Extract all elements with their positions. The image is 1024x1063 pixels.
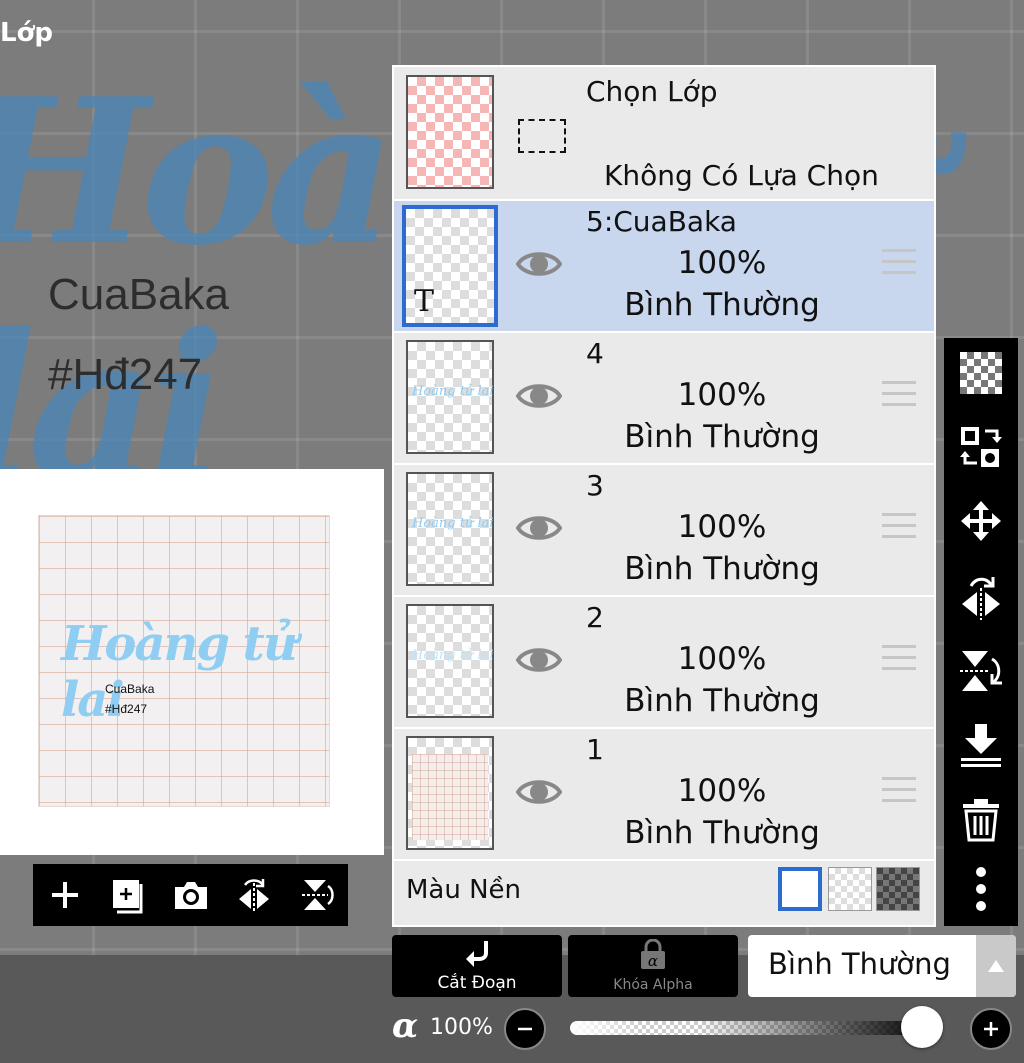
opacity-decrease-button[interactable] bbox=[504, 1008, 546, 1050]
lock-icon: α bbox=[641, 939, 665, 970]
layer-blend-mode: Bình Thường bbox=[624, 815, 820, 851]
thumbnail-grid bbox=[412, 754, 488, 840]
more-icon[interactable] bbox=[956, 864, 1006, 914]
flip-vertical-icon[interactable] bbox=[295, 873, 339, 917]
preview-toolbar bbox=[33, 864, 348, 926]
opacity-slider-thumb[interactable] bbox=[901, 1006, 943, 1048]
layer-row-5[interactable]: T 5:CuaBaka 100% Bình Thường bbox=[394, 201, 934, 333]
transparency-icon[interactable] bbox=[956, 348, 1006, 398]
layer-thumbnail: T bbox=[402, 205, 498, 327]
drag-handle-icon[interactable] bbox=[882, 249, 916, 282]
preview-artwork: Hoàng tử lai CuaBaka #Hđ247 bbox=[38, 515, 330, 807]
visibility-eye-icon[interactable] bbox=[515, 379, 563, 417]
layer-name: 2 bbox=[586, 601, 604, 634]
drag-handle-icon[interactable] bbox=[882, 513, 916, 546]
blend-mode-value: Bình Thường bbox=[768, 947, 951, 981]
selection-status: Không Có Lựa Chọn bbox=[604, 159, 879, 192]
move-icon[interactable] bbox=[956, 496, 1006, 546]
thumbnail-script: Hoàng tử lai bbox=[412, 384, 494, 399]
text-layer-icon: T bbox=[414, 284, 435, 319]
clip-button[interactable]: Cắt Đoạn bbox=[392, 935, 562, 997]
alpha-icon: α bbox=[392, 1006, 419, 1046]
layer-blend-mode: Bình Thường bbox=[624, 419, 820, 455]
layer-opacity: 100% bbox=[677, 773, 767, 809]
layer-thumbnail: Hoàng tử lai bbox=[406, 472, 494, 586]
clip-icon bbox=[466, 941, 488, 967]
bg-swatch-white[interactable] bbox=[778, 867, 822, 911]
merge-down-icon[interactable] bbox=[956, 720, 1006, 770]
bg-swatch-dark[interactable] bbox=[876, 867, 920, 911]
opacity-value: 100% bbox=[430, 1015, 493, 1040]
layer-thumbnail: Hoàng tử lai bbox=[406, 340, 494, 454]
layer-name: 1 bbox=[586, 733, 604, 766]
layer-preview: Hoàng tử lai CuaBaka #Hđ247 bbox=[0, 469, 384, 855]
layer-opacity: 100% bbox=[677, 509, 767, 545]
drag-handle-icon[interactable] bbox=[882, 381, 916, 414]
bg-swatch-transparent[interactable] bbox=[828, 867, 872, 911]
flip-horizontal-icon[interactable] bbox=[232, 873, 276, 917]
layer-name: 4 bbox=[586, 337, 604, 370]
visibility-eye-icon[interactable] bbox=[515, 643, 563, 681]
layer-row-4[interactable]: Hoàng tử lai 4 100% Bình Thường bbox=[394, 333, 934, 465]
plus-icon bbox=[984, 1022, 998, 1036]
thumbnail-script: Hoàng tử lai bbox=[412, 648, 494, 663]
layer-thumbnail: Hoàng tử lai bbox=[406, 604, 494, 718]
visibility-eye-icon[interactable] bbox=[515, 775, 563, 813]
alpha-lock-label: Khóa Alpha bbox=[613, 977, 693, 993]
background-color-label: Màu Nền bbox=[406, 875, 522, 905]
selection-thumbnail bbox=[406, 75, 494, 189]
visibility-eye-icon[interactable] bbox=[515, 247, 563, 285]
opacity-increase-button[interactable] bbox=[970, 1008, 1012, 1050]
canvas-tag-text: #Hđ247 bbox=[48, 350, 203, 399]
panel-title: Lớp bbox=[0, 18, 54, 48]
background-color-row: Màu Nền bbox=[394, 859, 934, 925]
layer-blend-mode: Bình Thường bbox=[624, 287, 820, 323]
add-layer-icon[interactable] bbox=[43, 873, 87, 917]
layer-name: 3 bbox=[586, 469, 604, 502]
layers-panel: Chọn Lớp Không Có Lựa Chọn T 5:CuaBaka 1… bbox=[392, 65, 936, 927]
thumbnail-script: Hoàng tử lai bbox=[412, 516, 494, 531]
selection-title: Chọn Lớp bbox=[586, 75, 718, 108]
layer-opacity: 100% bbox=[677, 245, 767, 281]
layer-row-1[interactable]: 1 100% Bình Thường bbox=[394, 729, 934, 861]
layer-opacity: 100% bbox=[677, 377, 767, 413]
layer-row-3[interactable]: Hoàng tử lai 3 100% Bình Thường bbox=[394, 465, 934, 597]
blend-mode-select[interactable]: Bình Thường bbox=[748, 935, 1016, 997]
preview-script-text: Hoàng tử lai bbox=[61, 616, 298, 728]
trash-icon[interactable] bbox=[956, 794, 1006, 844]
minus-icon bbox=[518, 1027, 532, 1031]
swap-layer-icon[interactable] bbox=[956, 422, 1006, 472]
duplicate-layer-icon[interactable] bbox=[106, 873, 150, 917]
layer-tools-bar bbox=[944, 338, 1018, 926]
flip-vertical-icon[interactable] bbox=[956, 646, 1006, 696]
layer-blend-mode: Bình Thường bbox=[624, 683, 820, 719]
visibility-eye-icon[interactable] bbox=[515, 511, 563, 549]
canvas-author-text: CuaBaka bbox=[48, 270, 230, 319]
chevron-up-icon bbox=[976, 935, 1016, 997]
preview-author-text: CuaBaka bbox=[105, 682, 155, 696]
opacity-slider[interactable] bbox=[570, 1021, 932, 1035]
layer-name: 5:CuaBaka bbox=[586, 205, 737, 238]
drag-handle-icon[interactable] bbox=[882, 645, 916, 678]
layer-row-2[interactable]: Hoàng tử lai 2 100% Bình Thường bbox=[394, 597, 934, 729]
layer-opacity: 100% bbox=[677, 641, 767, 677]
preview-tag-text: #Hđ247 bbox=[105, 702, 148, 716]
selection-marquee-icon bbox=[518, 119, 566, 153]
layer-thumbnail bbox=[406, 736, 494, 850]
drag-handle-icon[interactable] bbox=[882, 777, 916, 810]
selection-layer-row[interactable]: Chọn Lớp Không Có Lựa Chọn bbox=[394, 67, 934, 201]
alpha-lock-button[interactable]: α Khóa Alpha bbox=[568, 935, 738, 997]
clip-label: Cắt Đoạn bbox=[437, 973, 517, 993]
layer-blend-mode: Bình Thường bbox=[624, 551, 820, 587]
flip-horizontal-icon[interactable] bbox=[956, 572, 1006, 622]
camera-icon[interactable] bbox=[169, 873, 213, 917]
svg-text:α: α bbox=[648, 952, 658, 970]
